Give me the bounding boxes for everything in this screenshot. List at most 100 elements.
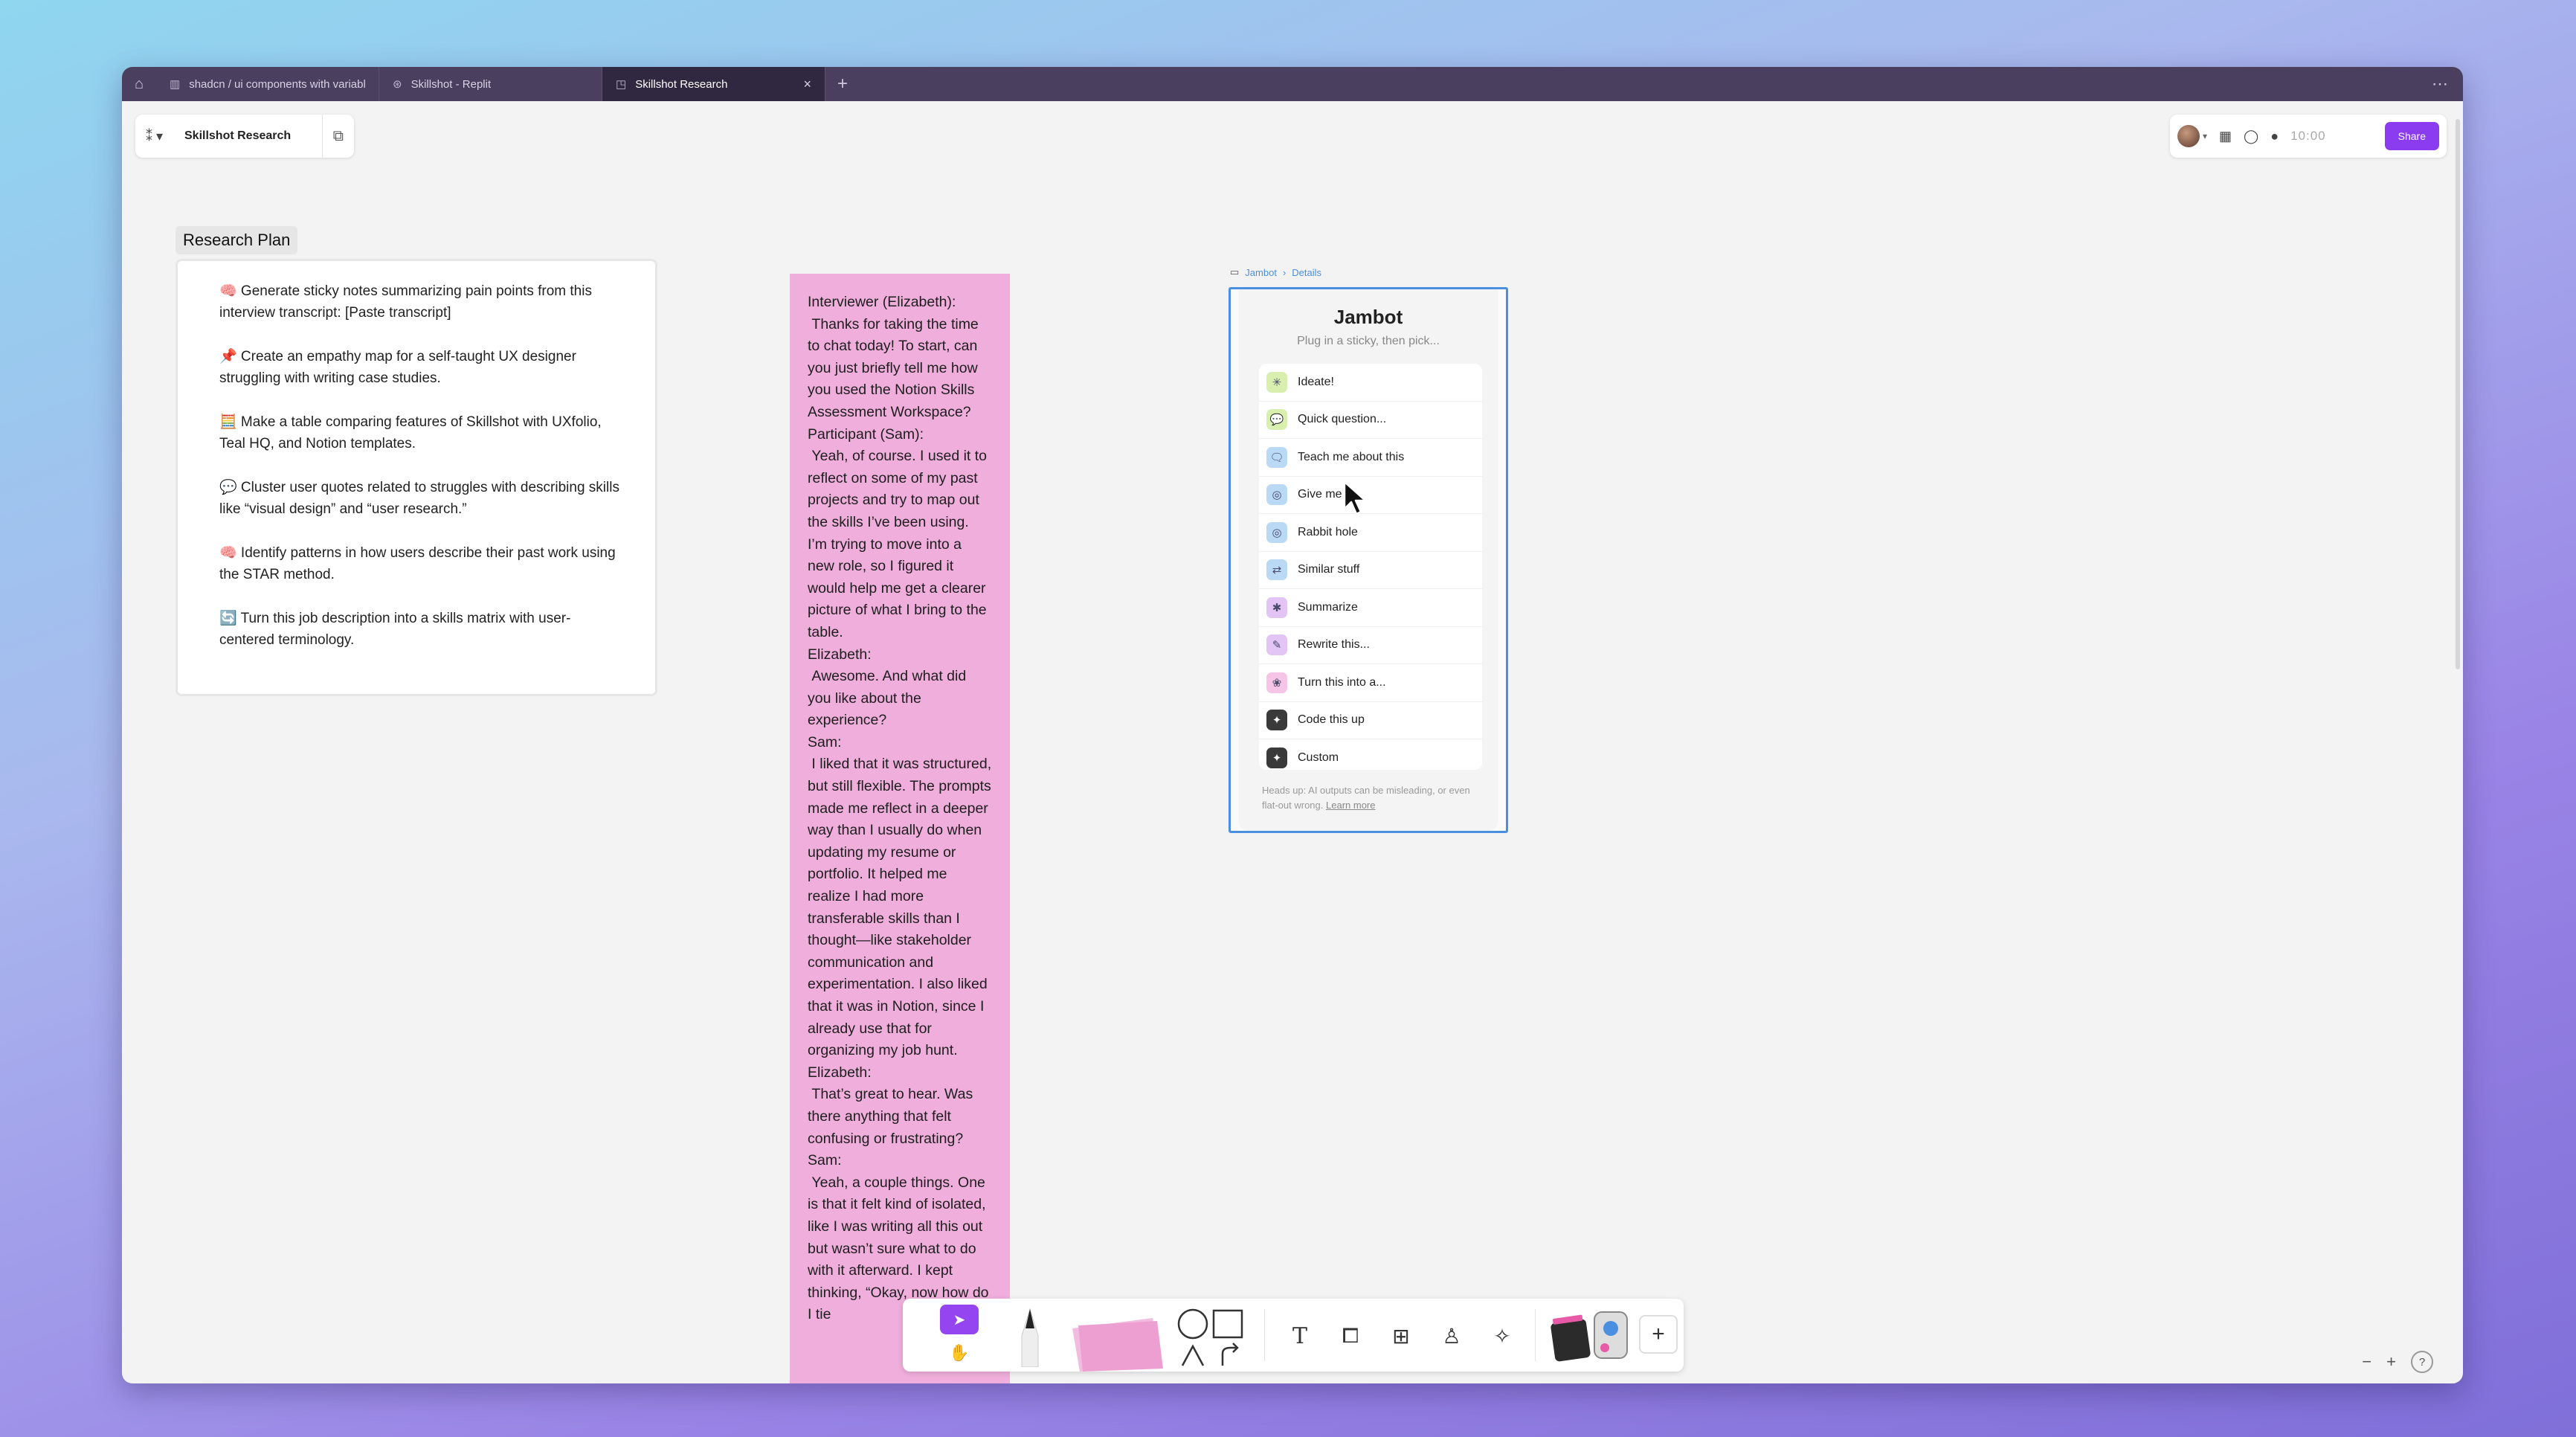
help-button[interactable]: ? <box>2411 1351 2433 1373</box>
jambot-option-label: Ideate! <box>1298 375 1334 388</box>
close-tab-icon[interactable]: × <box>803 77 811 92</box>
jambot-option[interactable]: ◎ Rabbit hole <box>1259 514 1482 552</box>
divider <box>321 115 323 158</box>
text-tool-button[interactable]: T <box>1282 1318 1318 1354</box>
target-icon: ◎ <box>1266 484 1287 506</box>
jambot-option-label: Rabbit hole <box>1298 525 1358 539</box>
add-more-button[interactable]: + <box>1639 1315 1678 1354</box>
jambot-option[interactable]: ❀ Turn this into a... <box>1259 664 1482 702</box>
plan-item: 🧠 Generate sticky notes summarizing pain… <box>219 283 592 321</box>
section-tool-icon[interactable]: ⧠ <box>1333 1318 1368 1354</box>
timer[interactable]: 10:00 <box>2290 129 2326 144</box>
jambot-option[interactable]: 🗨 Teach me about this <box>1259 439 1482 477</box>
widget-icon: ▭ <box>1230 266 1240 277</box>
marker-tool-icon[interactable] <box>1011 1306 1049 1367</box>
jambot-subtitle: Plug in a sticky, then pick... <box>1297 335 1440 347</box>
breadcrumb-separator: › <box>1282 266 1287 278</box>
jambot-title: Jambot <box>1333 306 1403 328</box>
chat-bubbles-icon: 🗨 <box>1266 446 1287 468</box>
research-plan-card[interactable]: 🧠 Generate sticky notes summarizing pain… <box>176 259 657 696</box>
plan-item: 💬 Cluster user quotes related to struggl… <box>219 480 619 517</box>
jambot-option-label: Give me <box>1298 488 1342 501</box>
plan-item: 🔄 Turn this job description into a skill… <box>219 611 571 648</box>
layout-icon[interactable]: ▦ <box>2219 129 2232 144</box>
zoom-in-button[interactable]: + <box>2386 1352 2396 1372</box>
browser-tabbar: ⌂ ▥ shadcn / ui components with variable… <box>122 67 2463 101</box>
link-icon: ⇄ <box>1266 559 1287 581</box>
transform-icon: ❀ <box>1266 672 1287 693</box>
plan-item: 🧮 Make a table comparing features of Ski… <box>219 414 602 451</box>
jambot-option[interactable]: ✱ Summarize <box>1259 589 1482 627</box>
browser-tab[interactable]: ⊛ Skillshot - Replit <box>379 67 602 101</box>
widget-details[interactable]: Details <box>1292 267 1321 278</box>
divider <box>1535 1309 1536 1361</box>
shapes-tool-icon[interactable] <box>1176 1308 1251 1367</box>
pages-icon[interactable]: ⧉ <box>333 128 344 145</box>
code-icon: ✦ <box>1266 710 1287 731</box>
widget-breadcrumb: ▭ Jambot › Details <box>1230 266 1321 278</box>
book-icon: ▥ <box>170 78 181 91</box>
replit-icon: ⊛ <box>393 78 402 91</box>
mouse-cursor-icon <box>1343 480 1367 515</box>
collaborators-icon[interactable]: ● <box>2270 129 2279 144</box>
asterisk-icon: ✱ <box>1266 597 1287 618</box>
more-icon[interactable]: ⋯ <box>2432 74 2450 94</box>
jambot-panel: Jambot Plug in a sticky, then pick... ✳ I… <box>1238 289 1498 831</box>
share-button[interactable]: Share <box>2384 122 2439 150</box>
jambot-option[interactable]: ✦ Custom <box>1259 739 1482 770</box>
speech-bubble-icon: 💬 <box>1266 409 1287 431</box>
divider <box>1264 1309 1265 1361</box>
jambot-options: ✳ Ideate! 💬 Quick question... 🗨 Teach me abou… <box>1259 364 1482 770</box>
jambot-option-label: Custom <box>1298 750 1339 764</box>
file-title[interactable]: Skillshot Research <box>184 129 312 143</box>
jambot-option-label: Summarize <box>1298 600 1358 614</box>
spiral-icon: ◎ <box>1266 521 1287 543</box>
tab-label: Skillshot - Replit <box>410 77 492 91</box>
plan-item: 📌 Create an empathy map for a self-taugh… <box>219 349 576 386</box>
jambot-disclaimer: Heads up: AI outputs can be misleading, … <box>1262 783 1485 813</box>
avatar[interactable] <box>2177 125 2200 147</box>
tab-label: Skillshot Research <box>635 77 728 91</box>
stamp-tool-icon[interactable]: ♙ <box>1434 1318 1469 1354</box>
stickers-widgets-icon[interactable] <box>1548 1306 1635 1366</box>
learn-more-link[interactable]: Learn more <box>1326 800 1375 811</box>
file-header: ⁑ ▾ Skillshot Research ⧉ <box>135 115 354 158</box>
chevron-down-icon[interactable]: ▾ <box>2203 131 2207 141</box>
home-icon[interactable]: ⌂ <box>122 67 156 101</box>
new-tab-button[interactable]: + <box>825 67 860 101</box>
zoom-out-button[interactable]: − <box>2362 1352 2371 1372</box>
sticky-text: Interviewer (Elizabeth): Thanks for taki… <box>808 294 992 1323</box>
jambot-widget[interactable]: Jambot Plug in a sticky, then pick... ✳ I… <box>1229 287 1508 833</box>
jambot-option[interactable]: ✳ Ideate! <box>1259 364 1482 402</box>
browser-tab[interactable]: ▥ shadcn / ui components with variable <box>156 67 379 101</box>
section-label[interactable]: Research Plan <box>176 226 298 254</box>
browser-tab-active[interactable]: ◳ Skillshot Research × <box>602 67 825 101</box>
top-right-toolbar: ▾ ▦ ◯ ● 10:00 Share <box>2170 115 2447 158</box>
select-tool-button[interactable]: ➤ <box>940 1305 979 1334</box>
jambot-option[interactable]: ✎ Rewrite this... <box>1259 627 1482 664</box>
sticky-note-stack-icon[interactable] <box>1063 1314 1168 1372</box>
jambot-option-label: Similar stuff <box>1298 563 1360 576</box>
sparkle-icon: ✳ <box>1266 371 1287 393</box>
jambot-option[interactable]: 💬 Quick question... <box>1259 402 1482 439</box>
widget-name[interactable]: Jambot <box>1245 267 1277 278</box>
sticky-note[interactable]: Interviewer (Elizabeth): Thanks for taki… <box>790 274 1010 1383</box>
figjam-icon: ◳ <box>616 78 627 91</box>
table-tool-icon[interactable]: ⊞ <box>1383 1318 1419 1354</box>
jambot-option-label: Quick question... <box>1298 413 1387 426</box>
jambot-option[interactable]: ✦ Code this up <box>1259 702 1482 739</box>
jambot-option-label: Code this up <box>1298 713 1365 727</box>
jambot-option[interactable]: ◎ Give me <box>1259 477 1482 514</box>
ai-sparkle-tool-icon[interactable]: ✧ <box>1484 1318 1520 1354</box>
jambot-option-label: Turn this into a... <box>1298 675 1386 689</box>
scrollbar[interactable] <box>2456 119 2460 669</box>
jambot-option[interactable]: ⇄ Similar stuff <box>1259 552 1482 589</box>
hand-tool-icon[interactable]: ✋ <box>949 1343 969 1363</box>
tab-label: shadcn / ui components with variable <box>189 77 365 91</box>
jambot-option-label: Teach me about this <box>1298 450 1405 463</box>
figjam-menu-icon[interactable]: ⁑ ▾ <box>146 129 174 144</box>
comment-icon[interactable]: ◯ <box>2244 129 2258 144</box>
zoom-controls: − + ? <box>2362 1348 2433 1376</box>
plan-item: 🧠 Identify patterns in how users describ… <box>219 545 616 582</box>
creation-toolbar: ➤ ✋ T ⧠ ⊞ ♙ ✧ + <box>903 1299 1684 1372</box>
